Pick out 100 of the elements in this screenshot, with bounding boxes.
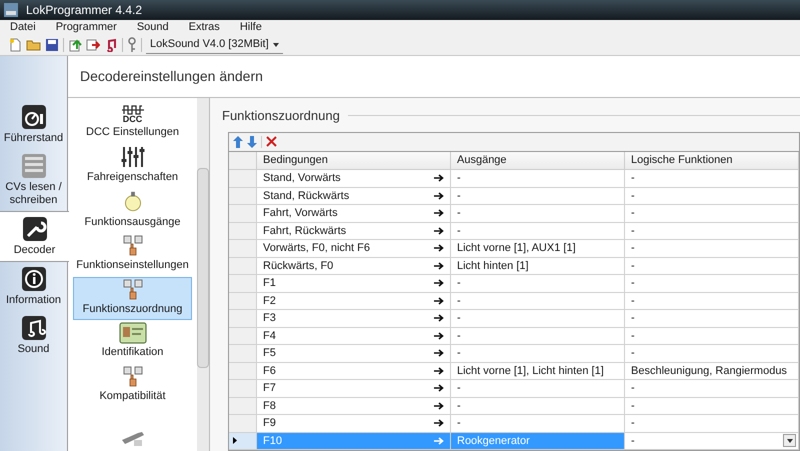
arrow-right-icon — [434, 402, 444, 410]
wrench-icon — [120, 430, 146, 448]
dropdown-button[interactable] — [783, 434, 796, 448]
section-item[interactable]: Funktionszuordnung — [73, 276, 192, 320]
section-item[interactable]: Kompatibilität — [73, 364, 192, 408]
arrow-right-icon — [434, 366, 444, 375]
table-cell: - — [625, 292, 799, 310]
table-cell: - — [625, 275, 799, 292]
table-cell: F7 — [257, 380, 451, 398]
table-cell: - — [451, 222, 625, 240]
table-cell: - — [451, 398, 625, 415]
table-cell: Stand, Vorwärts — [257, 170, 451, 188]
section-item[interactable]: Funktionsausgänge — [73, 188, 192, 234]
table-cell: Licht vorne [1], Licht hinten [1] — [451, 362, 625, 380]
menu-item[interactable]: Programmer — [50, 19, 123, 36]
table-cell: F2 — [257, 292, 451, 310]
nav-item[interactable]: Führerstand — [0, 100, 67, 149]
folder-icon[interactable] — [26, 38, 41, 52]
nav-item[interactable]: Sound — [0, 311, 67, 360]
table-cell: - — [451, 328, 625, 345]
decoder-dropdown[interactable]: LokSound V4.0 [32MBit] — [146, 36, 283, 54]
page-title: Decodereinstellungen ändern — [80, 67, 263, 86]
arrow-right-icon — [434, 332, 444, 340]
section-item[interactable]: Fahreigenschaften — [73, 144, 192, 188]
column-header[interactable]: Bedingungen — [257, 152, 451, 170]
table-cell: F8 — [257, 398, 451, 415]
arrow-right-icon — [434, 174, 444, 182]
logic-dropdown[interactable]: - — [625, 432, 799, 450]
section-item[interactable]: Funktionseinstellungen — [73, 233, 192, 277]
nav-item[interactable]: Decoder — [0, 211, 69, 262]
table-cell: F3 — [257, 310, 451, 328]
export-icon[interactable] — [86, 38, 100, 52]
column-header[interactable]: Logische Funktionen — [625, 152, 799, 170]
new-file-icon[interactable] — [8, 38, 22, 52]
table-cell: Licht hinten [1] — [451, 258, 625, 275]
caret-icon — [272, 42, 279, 46]
table-cell: - — [625, 205, 799, 222]
table-cell: - — [625, 258, 799, 275]
music-icon — [20, 315, 46, 341]
nav-item[interactable]: Information — [0, 262, 67, 311]
table-cell: - — [625, 380, 799, 398]
table-cell: - — [625, 170, 799, 188]
arrow-right-icon — [434, 314, 444, 322]
table-cell: Fahrt, Vorwärts — [257, 205, 451, 222]
table-cell: - — [451, 188, 625, 205]
table-cell: Rückwärts, F0 — [257, 258, 451, 275]
menu-item[interactable]: Hilfe — [234, 19, 268, 36]
table-cell: - — [451, 345, 625, 362]
arrow-right-icon — [434, 419, 444, 428]
section-item[interactable]: Identifikation — [73, 320, 192, 364]
table-cell: - — [451, 275, 625, 292]
table-cell: - — [625, 188, 799, 205]
arrow-right-icon — [434, 436, 444, 445]
table-cell: - — [451, 310, 625, 328]
table-cell: F5 — [257, 345, 451, 362]
table-cell: F4 — [257, 328, 451, 345]
table-cell: Licht vorne [1], AUX1 [1] — [451, 240, 625, 258]
current-row-icon — [233, 437, 237, 444]
table-cell: Beschleunigung, Rangiermodus — [625, 362, 799, 380]
music-note-icon[interactable] — [104, 38, 118, 52]
table-cell: - — [451, 292, 625, 310]
app-icon — [4, 3, 18, 17]
table-cell: Rookgenerator — [451, 432, 625, 450]
nav-item[interactable]: CVs lesen / schreiben — [0, 149, 67, 211]
arrow-right-icon — [434, 226, 444, 235]
window-title: LokProgrammer 4.4.2 — [26, 2, 142, 19]
row-header[interactable] — [229, 432, 257, 450]
gauge-icon — [20, 104, 46, 130]
id-card-icon — [118, 322, 146, 344]
delete-icon[interactable] — [266, 136, 277, 148]
arrow-right-icon — [434, 244, 444, 252]
hand-icon — [122, 366, 144, 388]
section-item[interactable]: DCC DCC Einstellungen — [73, 100, 192, 144]
arrow-right-icon — [434, 349, 444, 358]
menu-item[interactable]: Datei — [4, 19, 42, 36]
scrollbar[interactable] — [197, 98, 209, 451]
table-cell: - — [625, 328, 799, 345]
menu-item[interactable]: Extras — [182, 19, 226, 36]
table-cell: - — [625, 240, 799, 258]
caret-icon — [786, 438, 792, 443]
light-bulb-icon — [122, 189, 142, 214]
arrow-right-icon — [434, 279, 444, 288]
column-header[interactable]: Ausgänge — [451, 152, 625, 170]
save-icon[interactable] — [45, 38, 59, 52]
arrow-right-icon — [434, 384, 444, 392]
menu-item[interactable]: Sound — [130, 19, 175, 36]
table-cell: - — [451, 380, 625, 398]
section-title: Funktionszuordnung — [222, 107, 340, 125]
table-cell: - — [625, 398, 799, 415]
arrow-right-icon — [434, 192, 444, 200]
import-icon[interactable] — [68, 38, 82, 52]
table-cell: - — [451, 205, 625, 222]
down-arrow-icon[interactable] — [247, 136, 257, 148]
table-cell: F6 — [257, 362, 451, 380]
key-icon[interactable] — [127, 37, 137, 53]
table-cell: Stand, Rückwärts — [257, 188, 451, 205]
table-cell: - — [451, 170, 625, 188]
binary-icon — [20, 153, 46, 179]
up-arrow-icon[interactable] — [233, 136, 243, 148]
hand-icon — [122, 235, 144, 258]
